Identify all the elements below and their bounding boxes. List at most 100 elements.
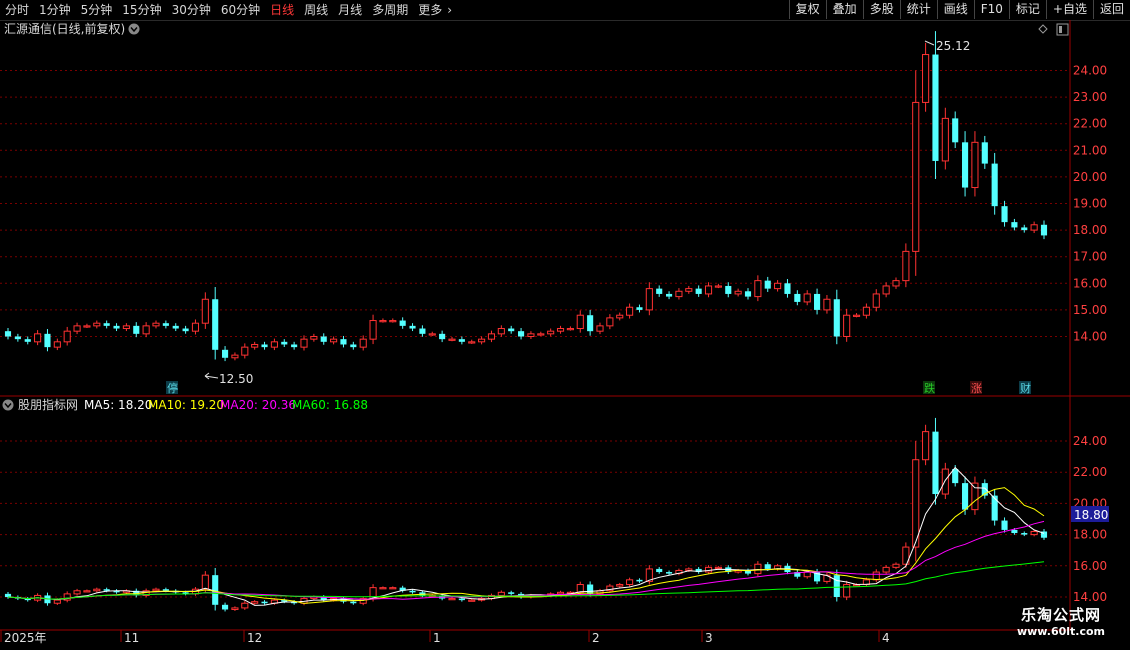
candle-main — [902, 250, 910, 282]
tab-period-1[interactable]: 1分钟 — [34, 0, 76, 20]
candle-indicator — [83, 590, 91, 593]
candle-indicator — [222, 604, 229, 610]
diamond-icon[interactable] — [1038, 24, 1048, 34]
candle-indicator — [932, 431, 939, 495]
candle-indicator — [636, 579, 643, 582]
low-price-label: 12.50 — [219, 372, 253, 386]
candle-main — [73, 325, 81, 332]
candle-indicator — [508, 592, 515, 594]
ma10-line — [7, 487, 1045, 604]
toolbar-button-0[interactable]: 复权 — [788, 0, 826, 19]
period-tabs: 分时 1分钟 5分钟 15分钟 30分钟 60分钟 日线 周线 月线 多周期 更多 › — [0, 0, 457, 20]
toolbar-button-4[interactable]: 画线 — [936, 0, 974, 19]
high-arrow — [924, 40, 935, 46]
candle-indicator — [152, 588, 160, 592]
tab-period-7[interactable]: 周线 — [299, 0, 333, 20]
candle-indicator — [1030, 530, 1038, 536]
indicator-dropdown-icon[interactable] — [2, 399, 14, 411]
candle-indicator — [350, 601, 357, 604]
candle-main — [764, 280, 771, 289]
candle-main — [852, 314, 861, 317]
candle-main — [922, 54, 930, 103]
candle-main — [556, 328, 565, 332]
candle-main — [685, 288, 693, 292]
tab-period-2[interactable]: 5分钟 — [76, 0, 118, 20]
main-price-tick: 24.00 — [1073, 64, 1107, 78]
toolbar-button-1[interactable]: 叠加 — [825, 0, 863, 19]
current-price-label: 18.80 — [1074, 508, 1108, 522]
tab-period-3[interactable]: 15分钟 — [117, 0, 166, 20]
toolbar-button-8[interactable]: 返回 — [1092, 0, 1130, 19]
title-dropdown-icon[interactable] — [128, 23, 140, 35]
marker-suspend[interactable]: 停 — [166, 381, 178, 395]
candle-main — [606, 317, 614, 327]
candle-main — [518, 331, 525, 337]
main-price-tick: 15.00 — [1073, 303, 1107, 317]
window-toggle-icon[interactable] — [1056, 23, 1069, 36]
candle-main — [122, 325, 130, 330]
marker-finance[interactable]: 财 — [1019, 381, 1031, 395]
candle-indicator — [666, 572, 673, 574]
candle-main — [714, 285, 722, 288]
stock-chart[interactable]: 24.00 23.00 22.00 21.00 20.00 19.00 18.00 17.00… — [0, 20, 1130, 650]
candle-main — [291, 344, 298, 348]
candle-main — [487, 333, 496, 340]
stock-title: 汇源通信(日线,前复权) — [4, 21, 125, 36]
date-label: 2025年 — [4, 631, 47, 645]
candle-indicator — [261, 601, 268, 604]
candle-main — [794, 293, 801, 302]
watermark-title: 乐淘公式网 — [1020, 606, 1101, 624]
candle-indicator — [251, 601, 259, 604]
candle-indicator — [922, 431, 930, 461]
more-chevron-icon[interactable]: › — [447, 0, 457, 20]
svg-text:涨: 涨 — [971, 382, 982, 395]
candle-main — [419, 328, 426, 334]
candle-main — [1030, 224, 1038, 231]
tab-period-0[interactable]: 分时 — [0, 0, 34, 20]
candle-main — [843, 314, 851, 338]
candle-main — [222, 349, 229, 358]
ma5-label: MA5: 18.20 — [84, 398, 152, 412]
candle-indicator — [468, 599, 476, 602]
candle-main — [971, 141, 979, 189]
candle-indicator — [587, 584, 594, 594]
tab-period-9[interactable]: 多周期 — [367, 0, 413, 20]
candle-main — [281, 341, 288, 345]
candle-indicator — [882, 566, 890, 573]
toolbar-button-6[interactable]: 标记 — [1008, 0, 1046, 19]
candle-main — [576, 314, 584, 330]
candle-main — [389, 320, 397, 323]
candle-main — [814, 293, 821, 310]
tab-period-4[interactable]: 30分钟 — [167, 0, 216, 20]
tab-period-6[interactable]: 日线 — [265, 0, 299, 20]
candle-main — [695, 288, 702, 294]
svg-text:停: 停 — [167, 381, 178, 395]
toolbar-button-2[interactable]: 多股 — [862, 0, 900, 19]
marker-rise[interactable]: 涨 — [970, 381, 982, 395]
toolbar-button-7[interactable]: +自选 — [1045, 0, 1093, 19]
candle-main — [162, 323, 169, 326]
marker-fall[interactable]: 跌 — [923, 381, 935, 395]
candle-main — [645, 288, 653, 311]
ma10-label: MA10: 19.20 — [148, 398, 224, 412]
candle-main — [725, 285, 732, 294]
candle-main — [53, 341, 61, 348]
candle-main — [191, 322, 200, 332]
date-label: 1 — [433, 631, 441, 645]
candle-main — [1021, 227, 1028, 231]
toolbar: 分时 1分钟 5分钟 15分钟 30分钟 60分钟 日线 周线 月线 多周期 更多 › 复权 叠加 多股统… — [0, 0, 1130, 21]
toolbar-button-5[interactable]: F10 — [973, 0, 1009, 19]
tab-period-5[interactable]: 60分钟 — [216, 0, 265, 20]
candle-indicator — [409, 590, 416, 593]
indicator-price-tick: 24.00 — [1073, 434, 1107, 448]
candle-main — [566, 328, 574, 331]
indicator-price-tick: 18.00 — [1073, 528, 1107, 542]
tab-period-10[interactable]: 更多 — [413, 0, 447, 20]
candle-main — [399, 320, 406, 326]
candle-indicator — [892, 563, 900, 568]
toolbar-button-3[interactable]: 统计 — [899, 0, 937, 19]
candle-main — [241, 346, 249, 356]
candle-main — [4, 331, 12, 337]
tab-period-8[interactable]: 月线 — [333, 0, 367, 20]
candle-main — [497, 328, 505, 335]
